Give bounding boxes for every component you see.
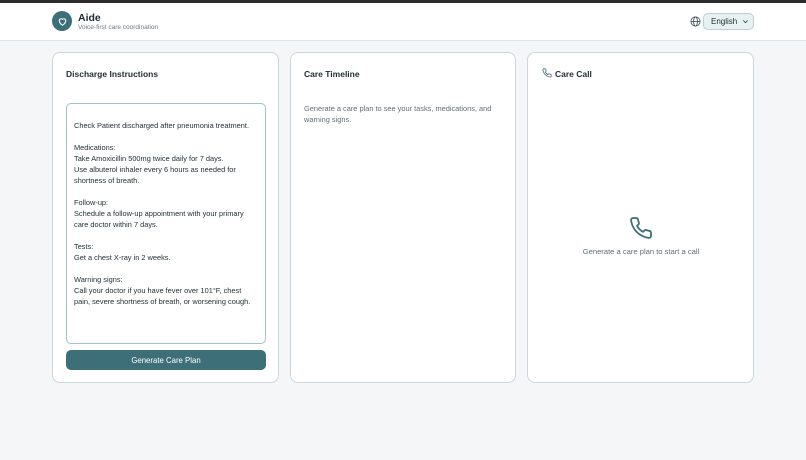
care-timeline-empty-message: Generate a care plan to see your tasks, … [304,104,492,124]
heart-icon [58,17,66,26]
app-tagline: Voice-first care coordination [78,24,159,31]
phone-icon [630,217,652,239]
care-call-empty-message: Generate a care plan to start a call [582,247,700,256]
care-call-card: Care Call Generate a care plan to start … [527,52,754,383]
discharge-instructions-title: Discharge Instructions [66,69,159,79]
chevron-down-icon [743,20,748,24]
discharge-instructions-textarea[interactable]: Check Patient discharged after pneumonia… [66,103,266,344]
language-select[interactable]: English [703,13,754,30]
app-logo [52,11,72,31]
app-header: Aide Voice-first care coordination Engli… [0,3,806,41]
care-call-title: Care Call [555,69,592,79]
language-select-value: English [711,17,738,26]
generate-care-plan-button[interactable]: Generate Care Plan [66,350,266,370]
discharge-instructions-card: Discharge Instructions Check Patient dis… [52,52,279,383]
care-timeline-title: Care Timeline [304,69,360,79]
care-timeline-card: Care Timeline Generate a care plan to se… [290,52,516,383]
app-title: Aide [78,12,101,24]
phone-icon [542,68,552,78]
globe-icon [690,16,701,27]
